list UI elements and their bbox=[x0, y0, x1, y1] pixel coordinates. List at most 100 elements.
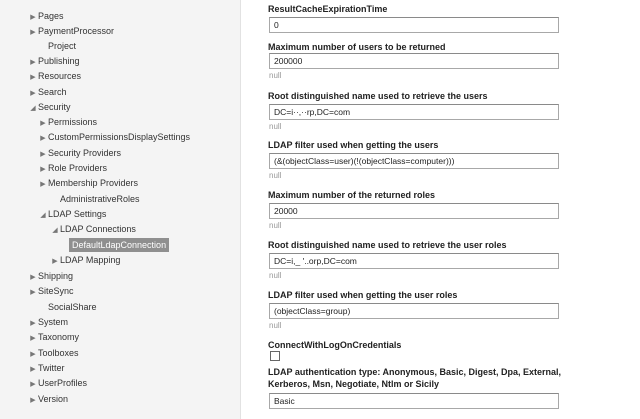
field-users-ldap-filter: LDAP filter used when getting the users … bbox=[268, 139, 608, 180]
tree-item-pages[interactable]: ▶ Pages bbox=[28, 9, 63, 25]
users-root-dn-input[interactable]: DC=i··,··rp,DC=com bbox=[269, 104, 559, 120]
field-label: Maximum number of the returned roles bbox=[268, 190, 436, 200]
tree-item-administrativeroles[interactable]: AdministrativeRoles bbox=[50, 192, 140, 206]
settings-tree: ▶ Pages ▶ PaymentProcessor Project ▶ Publishin… bbox=[0, 0, 241, 419]
tree-item-label: Permissions bbox=[48, 117, 98, 127]
collapsed-arrow-icon[interactable]: ▶ bbox=[28, 286, 38, 300]
tree-item-label: Taxonomy bbox=[38, 332, 80, 342]
connect-with-logon-credentials-checkbox[interactable] bbox=[270, 351, 280, 361]
expanded-arrow-icon[interactable]: ◢ bbox=[38, 209, 48, 223]
tree-item-twitter[interactable]: ▶ Twitter bbox=[28, 361, 65, 377]
field-label: ResultCacheExpirationTime bbox=[268, 4, 388, 14]
tree-item-label: Security Providers bbox=[48, 148, 122, 158]
expanded-arrow-icon[interactable]: ◢ bbox=[28, 102, 38, 116]
tree-item-sitesync[interactable]: ▶ SiteSync bbox=[28, 284, 74, 300]
tree-item-system[interactable]: ▶ System bbox=[28, 315, 68, 329]
collapsed-arrow-icon[interactable]: ▶ bbox=[28, 363, 38, 377]
field-users-root-dn: Root distinguished name used to retrieve… bbox=[268, 90, 608, 131]
tree-item-label: Version bbox=[38, 394, 69, 404]
field-label: Root distinguished name used to retrieve… bbox=[268, 240, 507, 250]
field-hint: null bbox=[269, 171, 282, 180]
tree-item-ldap-mapping[interactable]: ▶ LDAP Mapping bbox=[50, 253, 120, 267]
tree-item-paymentprocessor[interactable]: ▶ PaymentProcessor bbox=[28, 24, 114, 38]
collapsed-arrow-icon[interactable]: ▶ bbox=[38, 132, 48, 146]
tree-item-label: Resources bbox=[38, 71, 82, 81]
collapsed-arrow-icon[interactable]: ▶ bbox=[28, 317, 38, 331]
expanded-arrow-icon[interactable]: ◢ bbox=[50, 224, 60, 238]
tree-item-label: Twitter bbox=[38, 363, 65, 373]
collapsed-arrow-icon[interactable]: ▶ bbox=[28, 11, 38, 25]
tree-item-label: AdministrativeRoles bbox=[60, 194, 140, 204]
tree-item-label: UserProfiles bbox=[38, 378, 88, 388]
collapsed-arrow-icon[interactable]: ▶ bbox=[28, 271, 38, 285]
tree-item-label: PaymentProcessor bbox=[38, 26, 115, 36]
roles-root-dn-input[interactable]: DC=i,_ '..orp,DC=com bbox=[269, 253, 559, 269]
tree-item-socialshare[interactable]: SocialShare bbox=[38, 300, 97, 314]
tree-item-userprofiles[interactable]: ▶ UserProfiles bbox=[28, 376, 87, 390]
field-roles-root-dn: Root distinguished name used to retrieve… bbox=[268, 239, 608, 280]
tree-item-label: DefaultLdapConnection bbox=[69, 238, 170, 252]
tree-item-security[interactable]: ◢ Security bbox=[28, 100, 71, 116]
field-hint: null bbox=[269, 271, 282, 280]
field-label: LDAP authentication type: Anonymous, Bas… bbox=[268, 367, 562, 377]
field-label-continued: Kerberos, Msn, Negotiate, Ntlm or Sicily bbox=[268, 379, 440, 389]
max-roles-input[interactable]: 20000 bbox=[269, 203, 559, 219]
tree-item-ldap-connections[interactable]: ◢ LDAP Connections bbox=[50, 222, 136, 236]
result-cache-expiration-input[interactable]: 0 bbox=[269, 17, 559, 33]
tree-item-version[interactable]: ▶ Version bbox=[28, 392, 68, 406]
tree-item-ldap-settings[interactable]: ◢ LDAP Settings bbox=[38, 207, 106, 221]
collapsed-arrow-icon[interactable]: ▶ bbox=[38, 178, 48, 192]
tree-item-label: Membership Providers bbox=[48, 178, 139, 188]
field-hint: null bbox=[269, 321, 282, 330]
field-max-users: Maximum number of users to be returned 2… bbox=[268, 41, 608, 80]
field-label: Maximum number of users to be returned bbox=[268, 42, 446, 52]
field-label: ConnectWithLogOnCredentials bbox=[268, 340, 402, 350]
tree-item-label: SiteSync bbox=[38, 286, 74, 296]
collapsed-arrow-icon[interactable]: ▶ bbox=[28, 56, 38, 70]
roles-ldap-filter-input[interactable]: (objectClass=group) bbox=[269, 303, 559, 319]
tree-item-project[interactable]: Project bbox=[38, 39, 76, 53]
field-connect-with-logon-credentials: ConnectWithLogOnCredentials bbox=[268, 339, 608, 361]
tree-item-label: Publishing bbox=[38, 56, 80, 66]
collapsed-arrow-icon[interactable]: ▶ bbox=[38, 148, 48, 162]
tree-item-resources[interactable]: ▶ Resources bbox=[28, 69, 81, 83]
collapsed-arrow-icon[interactable]: ▶ bbox=[38, 117, 48, 131]
tree-item-custompermissionsdisplaysettings[interactable]: ▶ CustomPermissionsDisplaySettings bbox=[38, 130, 190, 144]
tree-item-defaultldapconnection[interactable]: DefaultLdapConnection bbox=[62, 238, 170, 252]
tree-item-role-providers[interactable]: ▶ Role Providers bbox=[38, 161, 107, 175]
field-label: LDAP filter used when getting the users bbox=[268, 140, 439, 150]
tree-item-label: Toolboxes bbox=[38, 348, 79, 358]
field-hint: null bbox=[269, 71, 282, 80]
tree-item-search[interactable]: ▶ Search bbox=[28, 85, 66, 101]
tree-item-taxonomy[interactable]: ▶ Taxonomy bbox=[28, 330, 79, 344]
field-roles-ldap-filter: LDAP filter used when getting the user r… bbox=[268, 289, 608, 330]
collapsed-arrow-icon[interactable]: ▶ bbox=[28, 332, 38, 346]
collapsed-arrow-icon[interactable]: ▶ bbox=[28, 394, 38, 408]
tree-item-membership-providers[interactable]: ▶ Membership Providers bbox=[38, 176, 138, 190]
collapsed-arrow-icon[interactable]: ▶ bbox=[28, 87, 38, 101]
collapsed-arrow-icon[interactable]: ▶ bbox=[28, 71, 38, 85]
users-ldap-filter-input[interactable]: (&(objectClass=user)(!(objectClass=compu… bbox=[269, 153, 559, 169]
tree-item-label: System bbox=[38, 317, 69, 327]
collapsed-arrow-icon[interactable]: ▶ bbox=[38, 163, 48, 177]
ldap-auth-type-input[interactable]: Basic bbox=[269, 393, 559, 409]
collapsed-arrow-icon[interactable]: ▶ bbox=[28, 348, 38, 362]
field-max-roles: Maximum number of the returned roles 200… bbox=[268, 189, 608, 230]
max-users-input[interactable]: 200000 bbox=[269, 53, 559, 69]
tree-item-label: LDAP Settings bbox=[48, 209, 107, 219]
collapsed-arrow-icon[interactable]: ▶ bbox=[28, 378, 38, 392]
tree-item-label: LDAP Connections bbox=[60, 224, 136, 234]
tree-item-shipping[interactable]: ▶ Shipping bbox=[28, 269, 73, 283]
field-hint: null bbox=[269, 221, 282, 230]
tree-item-permissions[interactable]: ▶ Permissions bbox=[38, 115, 97, 129]
collapsed-arrow-icon[interactable]: ▶ bbox=[28, 26, 38, 40]
tree-item-label: Security bbox=[38, 102, 71, 112]
tree-item-label: Project bbox=[48, 41, 77, 51]
collapsed-arrow-icon[interactable]: ▶ bbox=[50, 255, 60, 269]
settings-form: ResultCacheExpirationTime 0 Maximum numb… bbox=[268, 0, 640, 419]
tree-item-label: CustomPermissionsDisplaySettings bbox=[48, 132, 191, 142]
tree-item-toolboxes[interactable]: ▶ Toolboxes bbox=[28, 346, 79, 362]
tree-item-label: Shipping bbox=[38, 271, 74, 281]
tree-item-security-providers[interactable]: ▶ Security Providers bbox=[38, 146, 121, 160]
tree-item-publishing[interactable]: ▶ Publishing bbox=[28, 54, 80, 70]
